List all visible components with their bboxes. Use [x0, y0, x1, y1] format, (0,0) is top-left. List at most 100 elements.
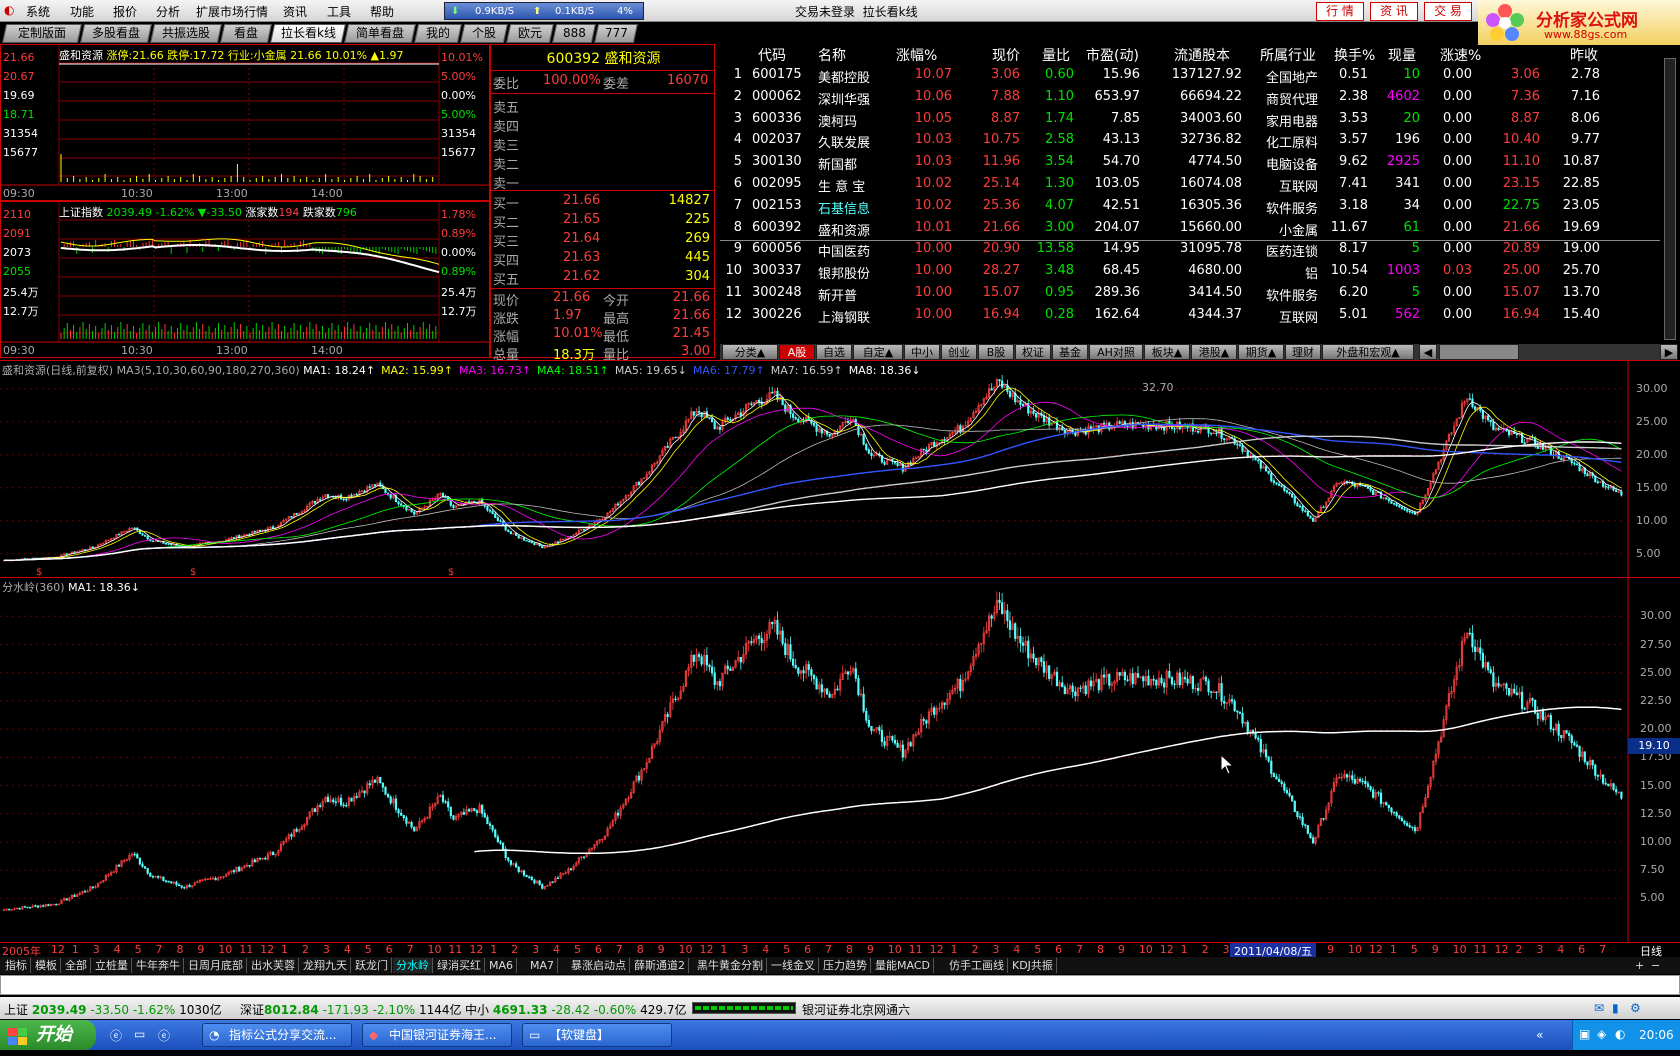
- tab-6[interactable]: 我的: [413, 24, 463, 43]
- category-scroll[interactable]: [1439, 344, 1519, 360]
- category-8[interactable]: 基金: [1052, 344, 1088, 360]
- category-12[interactable]: 期货▲: [1238, 344, 1284, 360]
- category-4[interactable]: 中小: [904, 344, 940, 360]
- menu-extended-market[interactable]: 扩展市场行情: [196, 3, 268, 20]
- rank-row[interactable]: 6 002095 生 意 宝 10.02 25.14 1.30 103.05 16074.08…: [720, 175, 1678, 196]
- rank-header-cell[interactable]: 所属行业: [1260, 45, 1316, 65]
- ie-icon[interactable]: ⓔ: [110, 1027, 122, 1044]
- market-button[interactable]: 行 情: [1316, 2, 1364, 21]
- tab-1[interactable]: 多股看盘: [79, 24, 153, 43]
- indicator-7[interactable]: 龙翔九天: [300, 958, 351, 973]
- indicator-add-icon[interactable]: +: [1632, 958, 1647, 973]
- sound-tray-icon[interactable]: ◈: [1597, 1027, 1606, 1041]
- indicator-1[interactable]: 模板: [32, 958, 61, 973]
- desktop-icon[interactable]: ▭: [134, 1027, 145, 1041]
- tab-7[interactable]: 个股: [459, 24, 509, 43]
- tab-3[interactable]: 看盘: [219, 24, 273, 43]
- category-9[interactable]: AH对照: [1089, 344, 1143, 360]
- rank-header-cell[interactable]: 代码: [758, 45, 786, 65]
- indicator-10[interactable]: 绿消买红: [434, 958, 485, 973]
- indicator-4[interactable]: 牛年奔牛: [133, 958, 184, 973]
- rank-row[interactable]: 7 002153 石基信息 10.02 25.36 4.07 42.51 16305.36 软件…: [720, 197, 1678, 218]
- tab-2[interactable]: 共振选股: [149, 24, 223, 43]
- tab-9[interactable]: 888: [551, 24, 597, 43]
- menu-function[interactable]: 功能: [70, 3, 94, 20]
- rank-header-cell[interactable]: 现价: [992, 45, 1020, 65]
- tray-expand-icon[interactable]: «: [1536, 1028, 1543, 1042]
- rank-row[interactable]: 2 000062 深圳华强 10.06 7.88 1.10 653.97 66694.22 商贸…: [720, 88, 1678, 109]
- start-button[interactable]: 开始: [0, 1020, 96, 1050]
- rank-row[interactable]: 3 600336 澳柯玛 10.05 8.87 1.74 7.85 34003.60 家用电器 3…: [720, 110, 1678, 131]
- ime-tray-icon[interactable]: ◐: [1615, 1027, 1625, 1041]
- tab-4[interactable]: 拉长看k线: [269, 24, 347, 43]
- indicator-9[interactable]: 分水岭: [393, 958, 433, 973]
- indicator-5[interactable]: 日周月底部: [185, 958, 247, 973]
- category-2[interactable]: 自选: [816, 344, 852, 360]
- indicator-11[interactable]: MA6: [486, 958, 518, 973]
- chart-icon[interactable]: ▮: [1612, 1001, 1619, 1015]
- category-5[interactable]: 创业: [941, 344, 977, 360]
- rank-header-cell[interactable]: 市盈(动): [1086, 45, 1139, 65]
- menu-help[interactable]: 帮助: [370, 3, 394, 20]
- rank-row[interactable]: 12 300226 上海钢联 10.00 16.94 0.28 162.64 4344.37 互…: [720, 306, 1678, 327]
- indicator-8[interactable]: 跃龙门: [352, 958, 392, 973]
- rank-row[interactable]: 1 600175 美都控股 10.07 3.06 0.60 15.96 137127.92 全国…: [720, 66, 1678, 87]
- rank-row[interactable]: 8 600392 盛和资源 10.01 21.66 3.00 204.07 15660.00 小…: [720, 219, 1678, 240]
- indicator-6[interactable]: 出水芙蓉: [248, 958, 299, 973]
- indicator-13[interactable]: 暴涨启动点: [568, 958, 630, 973]
- category-0[interactable]: 分类▲: [722, 344, 778, 360]
- menu-quote[interactable]: 报价: [113, 3, 137, 20]
- category-14[interactable]: 外盘和宏观▲: [1322, 344, 1414, 360]
- menu-tools[interactable]: 工具: [327, 3, 351, 20]
- indicator-17[interactable]: 压力趋势: [820, 958, 871, 973]
- task-soft-keyboard[interactable]: ▭ 【软键盘】: [522, 1023, 672, 1047]
- rank-header-cell[interactable]: 量比: [1042, 45, 1070, 65]
- indicator-2[interactable]: 全部: [62, 958, 91, 973]
- indicator-15[interactable]: 黑牛黄金分割: [694, 958, 767, 973]
- news-button[interactable]: 资 讯: [1370, 2, 1418, 21]
- rank-row[interactable]: 10 300337 银邦股份 10.00 28.27 3.48 68.45 4680.00 铝 1…: [720, 262, 1678, 283]
- rank-header-cell[interactable]: 涨速%: [1440, 45, 1481, 65]
- category-13[interactable]: 理财: [1285, 344, 1321, 360]
- category-7[interactable]: 权证: [1015, 344, 1051, 360]
- tab-0[interactable]: 定制版面: [1, 24, 83, 43]
- message-icon[interactable]: ✉: [1594, 1001, 1604, 1015]
- task-galaxy-securities[interactable]: ◆ 中国银河证券海王...: [362, 1023, 512, 1047]
- command-input[interactable]: [0, 975, 1680, 995]
- menu-news[interactable]: 资讯: [283, 3, 307, 20]
- indicator-19[interactable]: 仿手工画线: [946, 958, 1008, 973]
- indicator-3[interactable]: 立桩量: [92, 958, 132, 973]
- rank-row[interactable]: 5 300130 新国都 10.03 11.96 3.54 54.70 4774.50 电脑设备…: [720, 153, 1678, 174]
- category-6[interactable]: B股: [978, 344, 1014, 360]
- menu-analysis[interactable]: 分析: [156, 3, 180, 20]
- rank-row[interactable]: 4 002037 久联发展 10.03 10.75 2.58 43.13 32736.82 化工…: [720, 131, 1678, 152]
- indicator-14[interactable]: 薛斯通道2: [631, 958, 689, 973]
- category-11[interactable]: 港股▲: [1191, 344, 1237, 360]
- indicator-remove-icon[interactable]: −: [1648, 958, 1663, 973]
- task-formula-share[interactable]: ◔ 指标公式分享交流...: [202, 1023, 352, 1047]
- settings-icon[interactable]: ⚙: [1630, 1001, 1641, 1015]
- menu-system[interactable]: 系统: [26, 3, 50, 20]
- rank-header-cell[interactable]: 名称: [818, 45, 846, 65]
- rank-header-cell[interactable]: 昨收: [1570, 45, 1598, 65]
- rank-header-cell[interactable]: 换手%: [1334, 45, 1375, 65]
- rank-header-cell[interactable]: 流通股本: [1174, 45, 1230, 65]
- indicator-18[interactable]: 量能MACD: [872, 958, 934, 973]
- indicator-16[interactable]: 一线金叉: [768, 958, 819, 973]
- rank-scrollbar[interactable]: [1664, 58, 1676, 340]
- rank-header-cell[interactable]: 涨幅%: [896, 45, 937, 65]
- category-3[interactable]: 自定▲: [853, 344, 903, 360]
- tab-10[interactable]: 777: [593, 24, 639, 43]
- trade-button[interactable]: 交 易: [1424, 2, 1472, 21]
- tab-8[interactable]: 欧元: [505, 24, 555, 43]
- indicator-0[interactable]: 指标: [2, 958, 31, 973]
- category-10[interactable]: 板块▲: [1144, 344, 1190, 360]
- category-next-icon[interactable]: ▶: [1660, 344, 1678, 360]
- network-tray-icon[interactable]: ▣: [1579, 1027, 1590, 1041]
- rank-header-cell[interactable]: 现量: [1388, 45, 1416, 65]
- tab-5[interactable]: 简单看盘: [343, 24, 417, 43]
- rank-row[interactable]: 9 600056 中国医药 10.00 20.90 13.58 14.95 31095.78 医…: [720, 240, 1678, 261]
- category-1[interactable]: A股: [779, 344, 815, 360]
- indicator-12[interactable]: MA7: [527, 958, 559, 973]
- indicator-20[interactable]: KDJ共振: [1009, 958, 1057, 973]
